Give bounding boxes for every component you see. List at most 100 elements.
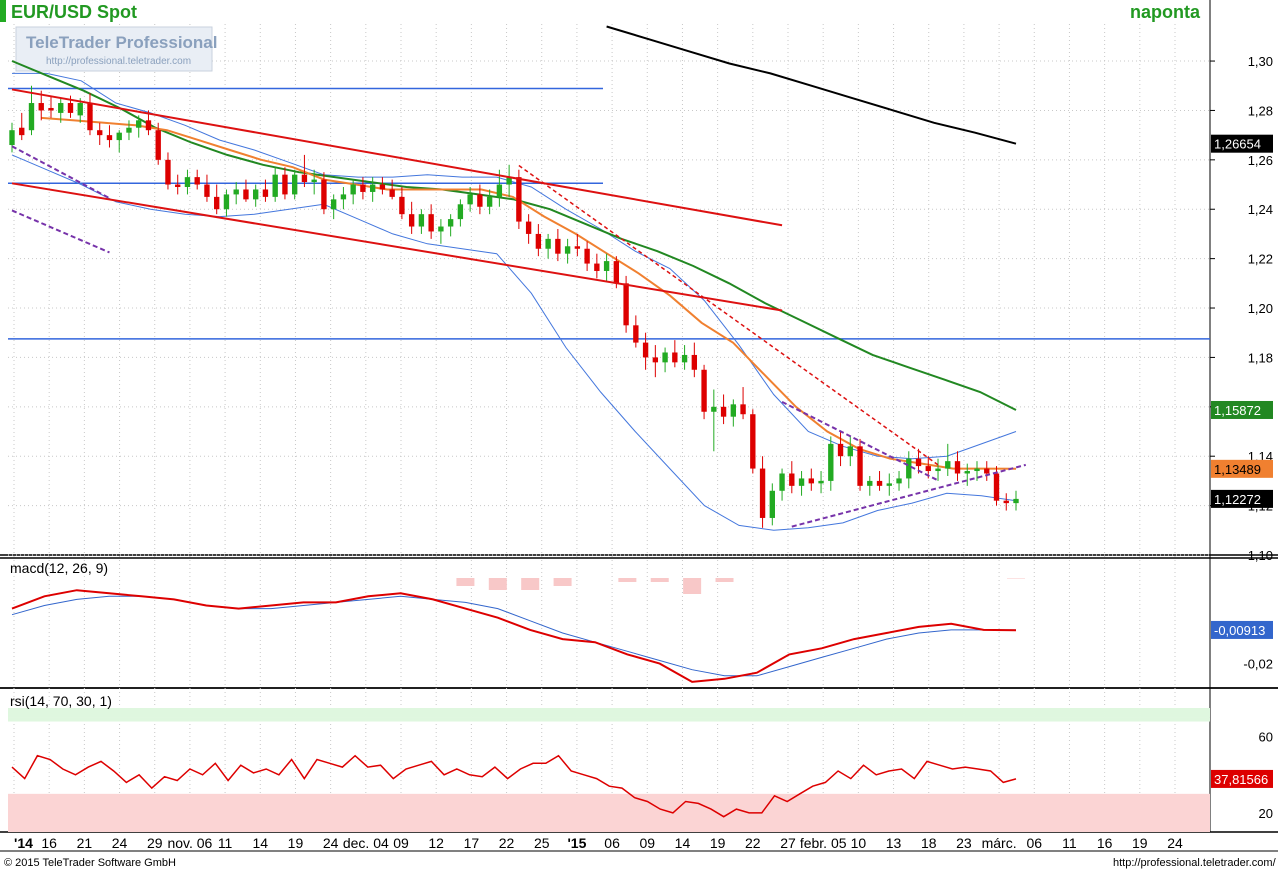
candle-body bbox=[867, 480, 873, 486]
rsi-overbought-zone-band bbox=[8, 708, 1210, 718]
candle-body bbox=[28, 103, 35, 131]
rsi-tick-label: 20 bbox=[1259, 806, 1273, 821]
x-tick-label: 18 bbox=[921, 835, 937, 851]
x-tick-label: nov. 06 bbox=[167, 835, 212, 851]
candle-body bbox=[662, 352, 668, 363]
candle-body bbox=[935, 468, 941, 472]
candle-body bbox=[428, 214, 434, 232]
candle-body bbox=[584, 248, 590, 264]
candle-body bbox=[175, 184, 181, 188]
candle-body bbox=[291, 174, 298, 195]
candle-body bbox=[555, 238, 561, 254]
candle-body bbox=[594, 263, 600, 271]
x-tick-label: 12 bbox=[428, 835, 444, 851]
eurusd-chart[interactable]: TeleTrader Professional http://professio… bbox=[0, 0, 1278, 871]
candle-body bbox=[467, 194, 473, 205]
candle-body bbox=[106, 135, 113, 141]
footer-url: http://professional.teletrader.com/ bbox=[1113, 857, 1277, 869]
macd-histogram-bar bbox=[553, 578, 572, 586]
x-tick-label: 16 bbox=[1097, 835, 1113, 851]
x-tick-label: 22 bbox=[745, 835, 761, 851]
candle-body bbox=[603, 261, 610, 271]
candle-body bbox=[369, 184, 376, 192]
x-tick-label: 06 bbox=[604, 835, 620, 851]
candle-body bbox=[233, 189, 239, 195]
candle-body bbox=[964, 471, 970, 474]
rsi-tick-label: 60 bbox=[1259, 730, 1273, 745]
macd-histogram-bar bbox=[521, 578, 540, 590]
candle-body bbox=[301, 174, 308, 183]
x-tick-label: 13 bbox=[886, 835, 902, 851]
candle-body bbox=[418, 214, 425, 227]
candle-body bbox=[711, 406, 717, 412]
candle-body bbox=[1013, 498, 1019, 504]
price-value-badge: 1,12272 bbox=[1214, 492, 1261, 507]
x-tick-label: 11 bbox=[218, 835, 233, 851]
candle-body bbox=[38, 103, 44, 111]
candle-body bbox=[954, 461, 961, 474]
candle-body bbox=[67, 103, 74, 113]
x-tick-label: '14 bbox=[14, 835, 33, 851]
candle-body bbox=[857, 446, 863, 486]
candle-body bbox=[789, 473, 795, 486]
copyright-text: © 2015 TeleTrader Software GmbH bbox=[4, 857, 176, 869]
x-tick-label: 09 bbox=[393, 835, 409, 851]
candle-body bbox=[847, 446, 853, 457]
candle-body bbox=[126, 127, 132, 133]
candle-body bbox=[925, 466, 931, 472]
candle-body bbox=[730, 404, 737, 417]
candle-body bbox=[379, 184, 386, 190]
candle-body bbox=[408, 214, 415, 227]
price-tick-label: 1,26 bbox=[1248, 153, 1273, 168]
candle-body bbox=[360, 184, 366, 192]
candle-body bbox=[330, 199, 337, 210]
price-value-badge: 1,26654 bbox=[1214, 137, 1261, 152]
candle-body bbox=[194, 177, 200, 185]
candle-body bbox=[681, 354, 688, 363]
teletrader-watermark: TeleTrader Professional http://professio… bbox=[15, 26, 217, 72]
candle-body bbox=[77, 103, 83, 116]
candle-body bbox=[165, 159, 171, 185]
candle-body bbox=[399, 196, 405, 215]
x-tick-label: 14 bbox=[675, 835, 691, 851]
candle-body bbox=[525, 221, 532, 234]
x-tick-label: 27 bbox=[780, 835, 796, 851]
watermark-url: http://professional.teletrader.com bbox=[46, 56, 191, 67]
candle-body bbox=[837, 443, 844, 457]
candle-body bbox=[828, 443, 834, 481]
x-tick-label: febr. 05 bbox=[800, 835, 847, 851]
candle-body bbox=[116, 132, 122, 141]
candle-body bbox=[574, 246, 581, 249]
candle-body bbox=[496, 184, 503, 197]
rsi-oversold-zone bbox=[8, 793, 1210, 832]
candle-body bbox=[750, 414, 756, 469]
candle-body bbox=[282, 174, 288, 195]
price-tick-label: 1,28 bbox=[1248, 103, 1273, 118]
x-tick-label: 06 bbox=[1026, 835, 1042, 851]
x-tick-label: 24 bbox=[1167, 835, 1183, 851]
candle-body bbox=[19, 127, 25, 136]
price-value-badge: 1,15872 bbox=[1214, 403, 1261, 418]
candle-body bbox=[886, 483, 892, 486]
candle-body bbox=[253, 189, 259, 200]
x-tick-label: 21 bbox=[77, 835, 93, 851]
x-tick-label: 17 bbox=[464, 835, 480, 851]
candle-body bbox=[457, 204, 464, 220]
candle-body bbox=[564, 246, 571, 254]
candle-body bbox=[438, 226, 444, 232]
candle-body bbox=[798, 478, 805, 486]
x-tick-label: '15 bbox=[567, 835, 586, 851]
watermark-brand: TeleTrader Professional bbox=[26, 33, 217, 52]
macd-tick-label: -0,02 bbox=[1243, 657, 1273, 672]
candle-body bbox=[993, 473, 1000, 501]
x-tick-label: 23 bbox=[956, 835, 972, 851]
candle-body bbox=[272, 174, 278, 197]
macd-value-badge: -0,00913 bbox=[1214, 623, 1265, 638]
title-marker bbox=[0, 0, 6, 22]
candle-body bbox=[321, 179, 327, 210]
candle-body bbox=[945, 461, 951, 469]
candle-body bbox=[779, 473, 785, 491]
candle-body bbox=[613, 261, 620, 284]
candle-body bbox=[906, 458, 912, 479]
candle-body bbox=[740, 404, 746, 415]
